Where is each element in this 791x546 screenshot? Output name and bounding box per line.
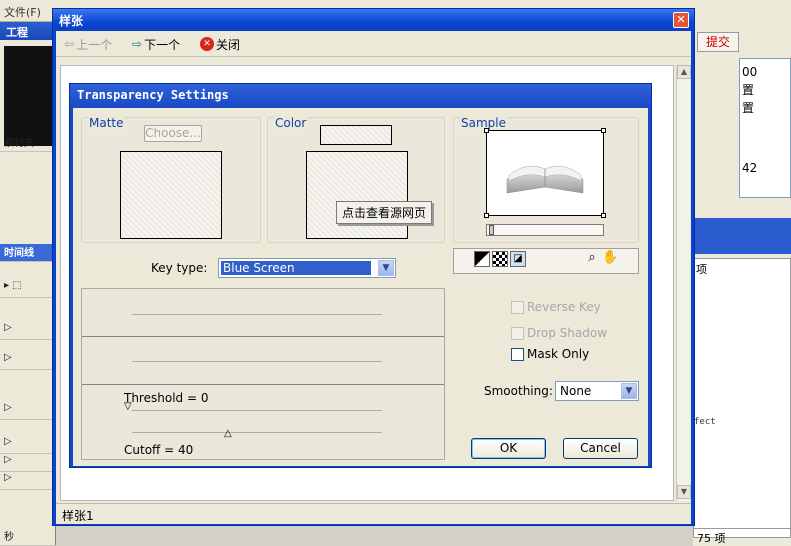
- drop-shadow-label: Drop Shadow: [527, 326, 608, 340]
- chevron-down-icon[interactable]: ▼: [378, 260, 394, 276]
- effects-panel: 项 fect: [693, 258, 791, 538]
- menu-file[interactable]: 文件(F): [4, 4, 41, 20]
- project-thumbnail: [4, 46, 54, 146]
- resize-handle[interactable]: [601, 128, 606, 133]
- color-chip[interactable]: [320, 125, 392, 145]
- vertical-scrollbar[interactable]: ▲ ▼: [676, 65, 691, 501]
- next-label: 下一个: [144, 37, 181, 52]
- settings-panel: Threshold = 0 ▽ △ Cutoff = 40: [81, 288, 445, 460]
- zoom-icon[interactable]: ⌕: [584, 251, 600, 267]
- prev-label: 上一个: [76, 37, 113, 52]
- slider-thumb[interactable]: [489, 225, 494, 235]
- background-left-panel: 工程 素材夹 时间线 ▸ ⬚ ▷ ▷ ▷ ▷ ▷ ▷ 秒: [0, 22, 56, 546]
- hand-icon[interactable]: ✋: [602, 251, 618, 267]
- checkbox-icon: [511, 347, 524, 361]
- sample-group: Sample: [453, 116, 639, 243]
- scroll-up-icon[interactable]: ▲: [677, 65, 691, 79]
- key-type-label: Key type:: [151, 261, 208, 275]
- list-item: 置: [742, 83, 755, 97]
- window-title: 样张: [53, 9, 694, 31]
- resize-handle[interactable]: [484, 128, 489, 133]
- choose-button[interactable]: Choose...: [144, 125, 202, 142]
- tooltip: 点击查看源网页: [336, 201, 433, 224]
- list-value-top: 00: [742, 65, 758, 79]
- list-item: 置: [742, 101, 755, 115]
- bottom-left-label: 秒: [0, 528, 56, 546]
- smoothing-label: Smoothing:: [484, 384, 553, 398]
- threshold-slider-icon[interactable]: ▽: [124, 401, 132, 412]
- arrow-right-icon: ⇨: [132, 37, 143, 51]
- track-row: ▷: [0, 402, 56, 420]
- dialog-title: Transparency Settings: [70, 84, 651, 108]
- sample-tools: ◪ ⌕ ✋: [453, 248, 639, 274]
- next-button[interactable]: ⇨ 下一个: [132, 36, 180, 52]
- window-close-button[interactable]: ✕: [673, 12, 689, 28]
- smoothing-value: None: [560, 384, 592, 398]
- key-type-value: Blue Screen: [221, 261, 371, 275]
- divider: [82, 336, 444, 337]
- ok-button[interactable]: OK: [471, 438, 546, 459]
- track-row: ▷: [0, 472, 56, 490]
- mask-only-checkbox[interactable]: Mask Only: [511, 347, 589, 361]
- panel-tab[interactable]: 项: [696, 261, 707, 277]
- book-image: [506, 165, 584, 194]
- arrow-left-icon: ⇦: [64, 37, 75, 51]
- scroll-down-icon[interactable]: ▼: [677, 485, 691, 499]
- resize-handle[interactable]: [601, 213, 606, 218]
- item-count: 75 项: [693, 528, 791, 546]
- matte-label: Matte: [88, 116, 125, 130]
- right-list: 00 置 置 42: [739, 58, 791, 198]
- key-type-select[interactable]: Blue Screen ▼: [218, 258, 396, 278]
- smoothing-select[interactable]: None ▼: [555, 381, 639, 401]
- matte-swatch: [120, 151, 222, 239]
- cutoff-track[interactable]: [132, 432, 382, 433]
- transparency-dialog: Transparency Settings Matte Choose... Co…: [69, 83, 652, 468]
- mask-only-label: Mask Only: [527, 347, 590, 361]
- threshold-label: Threshold = 0: [124, 391, 209, 405]
- checkerboard-icon[interactable]: [492, 251, 508, 267]
- checkbox-icon: [511, 300, 524, 314]
- effect-text: fect: [694, 417, 716, 427]
- sample-preview: [484, 128, 606, 218]
- submit-button[interactable]: 提交: [697, 32, 739, 52]
- reverse-key-checkbox[interactable]: Reverse Key: [511, 300, 601, 314]
- close-icon: ✕: [200, 37, 214, 51]
- reverse-key-label: Reverse Key: [527, 300, 601, 314]
- prev-button[interactable]: ⇦ 上一个: [64, 36, 112, 52]
- color-label: Color: [274, 116, 308, 130]
- right-panel-titlebar: [693, 218, 791, 254]
- list-value-bottom: 42: [742, 161, 758, 175]
- resize-handle[interactable]: [484, 213, 489, 218]
- toolbar: ⇦ 上一个 ⇨ 下一个 ✕ 关闭: [56, 31, 691, 57]
- track-row: ▷: [0, 352, 56, 370]
- dialog-body: Matte Choose... Color 点击查看源网页 Sample ◪ ⌕…: [73, 108, 648, 466]
- slider-line: [132, 361, 382, 362]
- cutoff-label: Cutoff = 40: [124, 443, 194, 457]
- close-button[interactable]: ✕ 关闭: [200, 36, 240, 52]
- track-row: ▷: [0, 454, 56, 472]
- threshold-track[interactable]: [132, 410, 382, 411]
- checkbox-icon: [511, 326, 524, 340]
- sample-slider[interactable]: [486, 224, 604, 236]
- track-row: ▷: [0, 436, 56, 454]
- slider-line: [132, 314, 382, 315]
- background-right-panel: 提交 00 置 置 42 项 fect 75 项: [693, 10, 791, 546]
- bin-label: 素材夹: [0, 134, 56, 152]
- divider: [82, 384, 444, 385]
- color-swatch[interactable]: [306, 151, 408, 239]
- track-row: ▷: [0, 322, 56, 340]
- close-label: 关闭: [216, 37, 241, 52]
- chevron-down-icon[interactable]: ▼: [621, 383, 637, 399]
- color-group: Color 点击查看源网页: [267, 116, 445, 243]
- timeline-title: 时间线: [0, 244, 56, 262]
- timeline-tools: ▸ ⬚: [0, 280, 56, 298]
- matte-group: Matte Choose...: [81, 116, 261, 243]
- cancel-button[interactable]: Cancel: [563, 438, 638, 459]
- status-bar: 样张1: [56, 503, 691, 524]
- drop-shadow-checkbox[interactable]: Drop Shadow: [511, 326, 607, 340]
- cutoff-slider-icon[interactable]: △: [224, 428, 232, 439]
- black-white-icon[interactable]: [474, 251, 490, 267]
- project-panel-title: 工程: [0, 22, 55, 40]
- image-icon[interactable]: ◪: [510, 251, 526, 267]
